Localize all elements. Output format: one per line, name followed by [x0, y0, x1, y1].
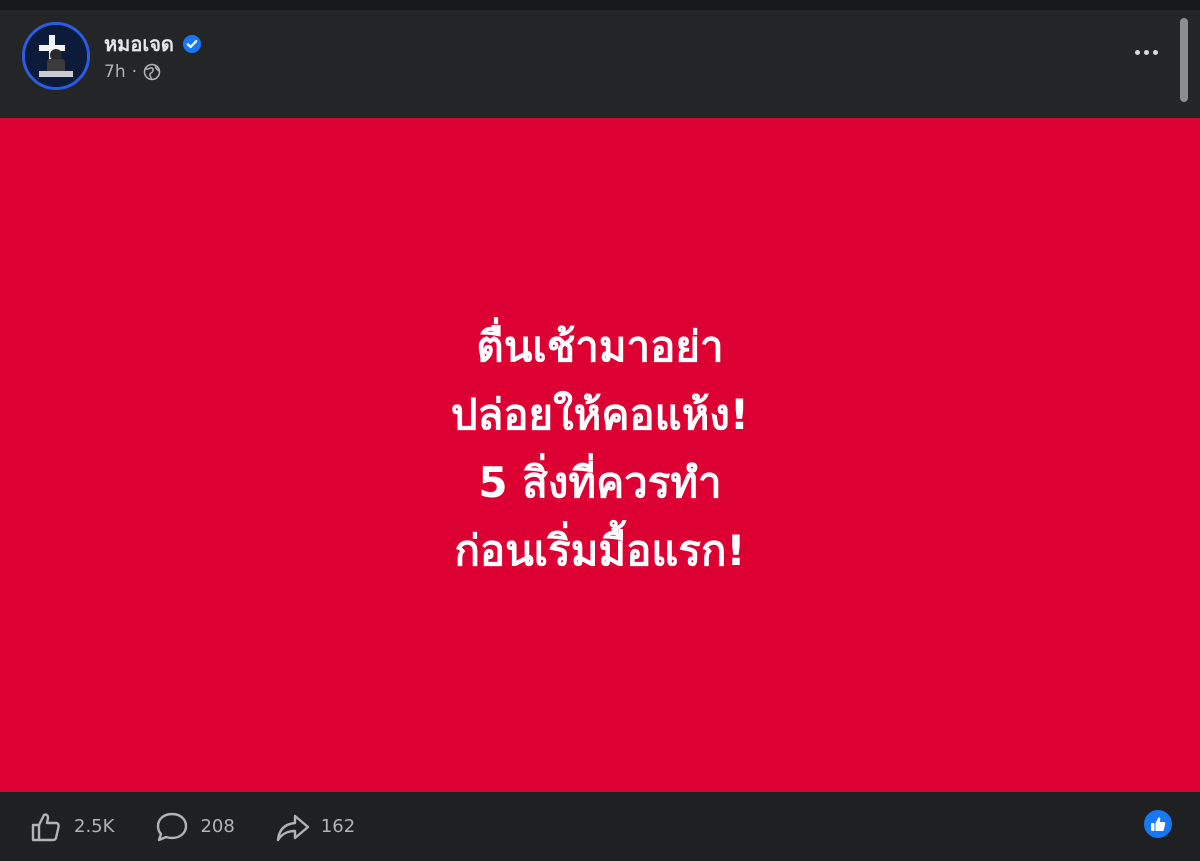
author-row: หมอเจด	[104, 28, 202, 60]
image-text-line: 5 สิ่งที่ควรทำ	[478, 458, 722, 507]
share-button[interactable]: 162	[275, 809, 355, 845]
image-text-line: ก่อนเริ่มมื้อแรก!	[454, 526, 746, 575]
post-actions-bar: 2.5K 208 162	[0, 792, 1200, 861]
post-image-text: ตื่นเช้ามาอย่า ปล่อยให้คอแห้ง! 5 สิ่งที่…	[451, 313, 749, 585]
post-meta: 7h ·	[104, 62, 161, 82]
share-icon	[276, 814, 309, 841]
share-count: 162	[320, 816, 356, 837]
like-icon	[31, 812, 60, 841]
more-options-icon[interactable]	[1124, 36, 1168, 68]
more-dot	[1152, 49, 1158, 55]
author-avatar[interactable]	[22, 22, 90, 90]
verified-badge-icon	[182, 35, 201, 53]
globe-icon	[143, 63, 161, 81]
like-button[interactable]: 2.5K	[28, 809, 114, 845]
image-text-line: ตื่นเช้ามาอย่า	[476, 322, 724, 371]
comment-icon	[157, 812, 188, 841]
post-timestamp[interactable]: 7h	[104, 62, 126, 82]
like-reaction-icon[interactable]	[1142, 808, 1174, 840]
comment-count: 208	[200, 816, 235, 837]
comment-button[interactable]: 208	[154, 809, 235, 845]
post-card: หมอเจด 7h · ตื่นเช้ามาอย่า ปล่อยให้คอแห้…	[0, 0, 1200, 861]
author-name[interactable]: หมอเจด	[104, 28, 174, 60]
avatar-image	[25, 25, 87, 87]
more-dot	[1143, 49, 1149, 55]
meta-separator: ·	[131, 62, 137, 82]
more-dot	[1134, 49, 1140, 55]
image-text-line: ปล่อยให้คอแห้ง!	[450, 390, 750, 439]
thumbs-up-icon	[1151, 817, 1166, 831]
post-header	[0, 10, 1200, 118]
like-count: 2.5K	[74, 816, 115, 837]
scrollbar-thumb[interactable]	[1180, 18, 1188, 102]
post-image[interactable]: ตื่นเช้ามาอย่า ปล่อยให้คอแห้ง! 5 สิ่งที่…	[0, 118, 1200, 792]
window-top-strip	[0, 0, 1200, 10]
